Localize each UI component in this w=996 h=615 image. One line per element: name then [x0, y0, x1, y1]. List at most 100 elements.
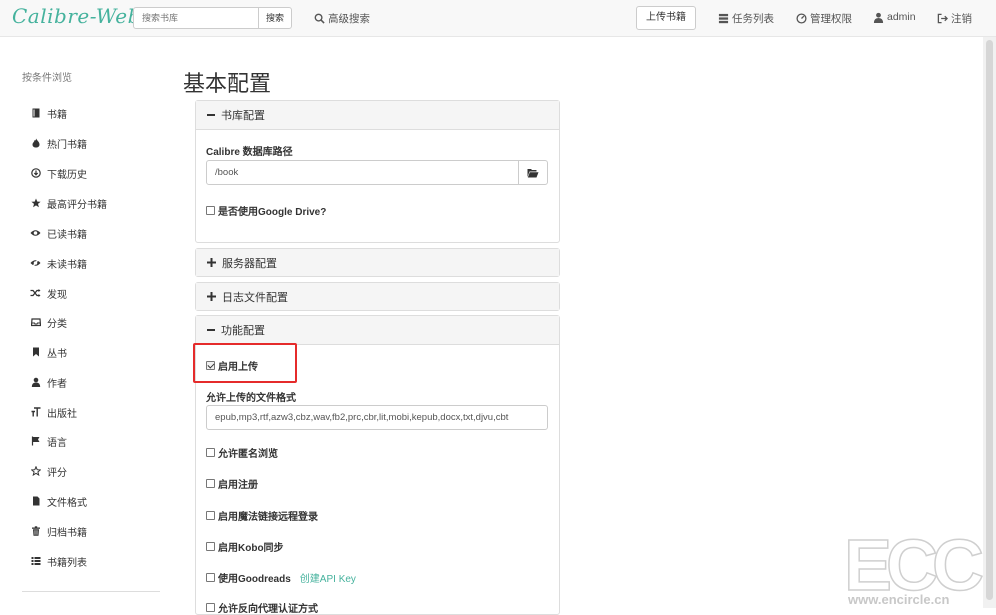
admin-panel-label: 管理权限 [810, 13, 852, 25]
plus-icon [207, 292, 216, 301]
minus-icon [207, 114, 215, 116]
goodreads-checkbox[interactable] [206, 573, 215, 582]
page-title: 基本配置 [183, 71, 272, 96]
sidebar-item-label: 热门书籍 [47, 139, 87, 151]
user-link[interactable]: admin [873, 11, 916, 23]
list-icon [30, 556, 41, 567]
logout-icon [937, 13, 948, 24]
sidebar-item-label: 评分 [47, 467, 67, 479]
sidebar-item-unread[interactable]: 未读书籍 [30, 256, 87, 271]
kobo-sync-checkbox[interactable] [206, 542, 215, 551]
enable-register-row[interactable]: 启用注册 [206, 476, 258, 491]
log-config-panel: 日志文件配置 [195, 282, 560, 311]
sidebar-item-label: 书籍列表 [47, 557, 87, 569]
user-label: admin [887, 11, 916, 23]
folder-open-icon [527, 168, 539, 177]
sidebar-item-archived[interactable]: 归档书籍 [30, 524, 87, 539]
log-config-title: 日志文件配置 [222, 291, 288, 304]
anon-browse-label: 允许匿名浏览 [218, 449, 278, 460]
top-navbar: Calibre-Web 搜索 高级搜索 上传书籍 任务列表 管理权限 admin… [0, 0, 996, 37]
kobo-sync-row[interactable]: 启用Kobo同步 [206, 539, 284, 554]
search-input[interactable] [133, 7, 259, 29]
random-icon [30, 288, 41, 299]
magic-link-checkbox[interactable] [206, 511, 215, 520]
sidebar-item-read[interactable]: 已读书籍 [30, 226, 87, 241]
tasks-label: 任务列表 [732, 13, 774, 25]
page-scrollbar-thumb[interactable] [986, 40, 993, 600]
library-config-header[interactable]: 书库配置 [196, 101, 559, 130]
logout-label: 注销 [951, 13, 972, 25]
sidebar-item-label: 文件格式 [47, 497, 87, 509]
gdrive-checkbox[interactable] [206, 206, 215, 215]
advanced-search-label: 高级搜索 [328, 13, 370, 25]
sidebar-item-books[interactable]: 书籍 [30, 106, 67, 121]
eye-icon [30, 228, 41, 239]
file-icon [30, 496, 41, 507]
library-config-title: 书库配置 [221, 110, 265, 122]
tasks-link[interactable]: 任务列表 [718, 11, 774, 26]
sidebar-item-label: 最高评分书籍 [47, 199, 107, 211]
allowed-formats-input[interactable]: epub,mp3,rtf,azw3,cbz,wav,fb2,prc,cbr,li… [206, 405, 548, 430]
sidebar-item-label: 丛书 [47, 348, 67, 360]
sidebar-item-categories[interactable]: 分类 [30, 315, 67, 330]
sidebar-item-authors[interactable]: 作者 [30, 375, 67, 390]
advanced-search-link[interactable]: 高级搜索 [314, 11, 370, 26]
magic-link-label: 启用魔法链接远程登录 [218, 512, 318, 523]
sidebar-item-label: 未读书籍 [47, 259, 87, 271]
book-icon [30, 108, 41, 119]
server-config-header[interactable]: 服务器配置 [196, 249, 559, 276]
sidebar-item-series[interactable]: 丛书 [30, 345, 67, 360]
enable-register-label: 启用注册 [218, 480, 258, 491]
db-path-input[interactable]: /book [206, 160, 519, 185]
admin-panel-link[interactable]: 管理权限 [796, 11, 852, 26]
anon-browse-row[interactable]: 允许匿名浏览 [206, 445, 278, 460]
sidebar-item-ratings[interactable]: 评分 [30, 464, 67, 479]
tasks-icon [718, 13, 729, 24]
create-api-key-link[interactable]: 创建API Key [300, 570, 356, 585]
sidebar-item-label: 分类 [47, 318, 67, 330]
sidebar-item-label: 作者 [47, 378, 67, 390]
search-button[interactable]: 搜索 [258, 7, 292, 29]
goodreads-row[interactable]: 使用Goodreads 创建API Key [206, 570, 356, 585]
star-empty-icon [30, 466, 41, 477]
sidebar-item-label: 语言 [47, 437, 67, 449]
eye-slash-icon [30, 258, 41, 269]
goodreads-label: 使用Goodreads [218, 574, 291, 585]
anon-browse-checkbox[interactable] [206, 448, 215, 457]
sidebar-item-discover[interactable]: 发现 [30, 286, 67, 301]
user-icon [873, 12, 884, 23]
watermark-site: www.encircle.cn [847, 592, 949, 607]
upload-button[interactable]: 上传书籍 [636, 6, 696, 30]
sidebar-item-top-rated[interactable]: 最高评分书籍 [30, 196, 107, 211]
sidebar-item-book-list[interactable]: 书籍列表 [30, 554, 87, 569]
feature-config-title: 功能配置 [221, 325, 265, 337]
kobo-sync-label: 启用Kobo同步 [218, 543, 284, 554]
gdrive-checkbox-row[interactable]: 是否使用Google Drive? [206, 203, 326, 218]
highlight-annotation [193, 343, 297, 383]
sidebar-item-file-formats[interactable]: 文件格式 [30, 494, 87, 509]
feature-config-header[interactable]: 功能配置 [196, 316, 559, 345]
text-size-icon [30, 407, 41, 418]
minus-icon [207, 329, 215, 331]
user-icon [30, 377, 41, 388]
sidebar-item-publishers[interactable]: 出版社 [30, 405, 77, 420]
sidebar-item-download-history[interactable]: 下载历史 [30, 166, 87, 181]
log-config-header[interactable]: 日志文件配置 [196, 283, 559, 310]
sidebar-item-label: 书籍 [47, 109, 67, 121]
logout-link[interactable]: 注销 [937, 11, 972, 26]
sidebar-title: 按条件浏览 [22, 73, 72, 84]
sidebar-item-languages[interactable]: 语言 [30, 434, 67, 449]
enable-register-checkbox[interactable] [206, 479, 215, 488]
trash-icon [30, 526, 41, 537]
db-path-label: Calibre 数据库路径 [206, 147, 293, 158]
magic-link-row[interactable]: 启用魔法链接远程登录 [206, 508, 318, 523]
folder-browse-button[interactable] [518, 160, 548, 185]
brand-logo[interactable]: Calibre-Web [12, 4, 141, 28]
search-icon [314, 13, 325, 24]
star-icon [30, 198, 41, 209]
dashboard-icon [796, 13, 807, 24]
bookmark-icon [30, 347, 41, 358]
flag-icon [30, 436, 41, 447]
download-icon [30, 168, 41, 179]
sidebar-item-hot[interactable]: 热门书籍 [30, 136, 87, 151]
